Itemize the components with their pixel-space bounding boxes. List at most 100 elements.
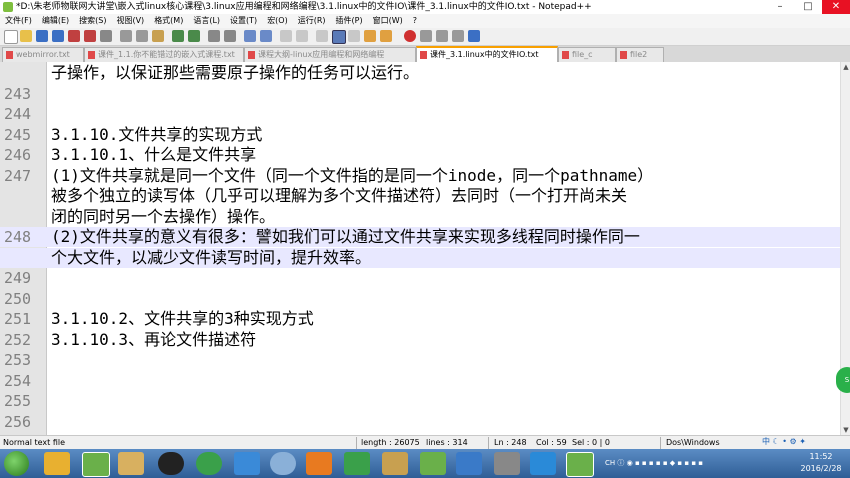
close-all-icon[interactable]: [84, 30, 96, 42]
save-macro-icon[interactable]: [468, 30, 480, 42]
stop-macro-icon[interactable]: [420, 30, 432, 42]
cut-icon[interactable]: [120, 30, 132, 42]
editor-line[interactable]: 个大文件，以减少文件读写时间，提升效率。: [0, 247, 840, 268]
editor-line[interactable]: 闭的同时另一个去操作）操作。: [0, 207, 840, 227]
taskbar-browser-icon[interactable]: [270, 452, 296, 475]
show-all-chars-icon[interactable]: [332, 30, 346, 44]
menu-plugins[interactable]: 插件(P): [331, 14, 368, 28]
taskbar-c-icon[interactable]: [566, 452, 594, 477]
menu-search[interactable]: 搜索(S): [74, 14, 111, 28]
taskbar-tool-icon[interactable]: [494, 452, 520, 475]
copy-icon[interactable]: [136, 30, 148, 42]
maximize-button[interactable]: □: [794, 0, 822, 14]
paste-icon[interactable]: [152, 30, 164, 42]
editor-line[interactable]: 243: [0, 84, 840, 104]
start-button[interactable]: [4, 451, 29, 476]
floating-side-button[interactable]: S: [836, 367, 850, 393]
editor-line[interactable]: 244: [0, 104, 840, 124]
taskbar-notepadpp-icon[interactable]: [82, 452, 110, 477]
menu-view[interactable]: 视图(V): [111, 14, 149, 28]
ime-mode[interactable]: 中: [762, 437, 770, 446]
save-all-icon[interactable]: [52, 30, 64, 42]
taskbar-explorer-icon[interactable]: [118, 452, 144, 475]
editor-line[interactable]: 245 3.1.10.文件共享的实现方式: [0, 125, 840, 145]
menu-file[interactable]: 文件(F): [0, 14, 37, 28]
tab-file-c[interactable]: file_c: [558, 47, 616, 62]
editor-line[interactable]: 255: [0, 391, 840, 411]
editor-line[interactable]: 250: [0, 289, 840, 309]
open-file-icon[interactable]: [20, 30, 32, 42]
editor-line[interactable]: 子操作，以保证那些需要原子操作的任务可以运行。: [0, 63, 840, 83]
scroll-up-icon[interactable]: ▲: [842, 63, 850, 71]
tab-file2[interactable]: file2: [616, 47, 664, 62]
editor-line[interactable]: 253: [0, 350, 840, 370]
editor-line[interactable]: 246 3.1.10.1、什么是文件共享: [0, 145, 840, 165]
tab-course-intro[interactable]: 课件_1.1.你不能错过的嵌入式课程.txt: [84, 47, 244, 62]
zoom-in-icon[interactable]: [244, 30, 256, 42]
menu-edit[interactable]: 编辑(E): [37, 14, 74, 28]
undo-icon[interactable]: [172, 30, 184, 42]
scroll-down-icon[interactable]: ▼: [842, 426, 850, 434]
menu-macro[interactable]: 宏(O): [262, 14, 293, 28]
tab-webmirror[interactable]: webmirror.txt: [2, 47, 84, 62]
menu-format[interactable]: 格式(M): [149, 14, 188, 28]
editor-line[interactable]: 249: [0, 268, 840, 288]
save-icon[interactable]: [36, 30, 48, 42]
replace-icon[interactable]: [224, 30, 236, 42]
editor-line[interactable]: 252 3.1.10.3、再论文件描述符: [0, 330, 840, 350]
taskbar-s-icon[interactable]: [344, 452, 370, 475]
play-multiple-icon[interactable]: [452, 30, 464, 42]
text-editor[interactable]: 子操作，以保证那些需要原子操作的任务可以运行。 243 244 245 3.1.10.文…: [0, 62, 840, 435]
editor-line[interactable]: 256: [0, 412, 840, 432]
menu-settings[interactable]: 设置(T): [225, 14, 262, 28]
taskbar-cloud-icon[interactable]: [234, 452, 260, 475]
taskbar-360-icon[interactable]: [196, 452, 222, 475]
system-tray[interactable]: CH ⓘ ◉ ▪ ▪ ▪ ▪ ▪ ◆ ▪ ▪ ▪ ▪: [605, 449, 703, 478]
record-macro-icon[interactable]: [404, 30, 416, 42]
menu-language[interactable]: 语言(L): [188, 14, 225, 28]
doc-map-icon[interactable]: [380, 30, 392, 42]
line-text: 3.1.10.1、什么是文件共享: [51, 145, 257, 164]
status-col: Col : 59: [536, 438, 567, 447]
tab-course-outline[interactable]: 课程大纲-linux应用编程和网络编程: [244, 47, 416, 62]
close-button[interactable]: ✕: [822, 0, 850, 14]
status-eol: Dos\Windows: [666, 438, 720, 447]
taskbar-app-icon[interactable]: [44, 452, 70, 475]
file-icon: [6, 50, 13, 59]
ime-toolbar[interactable]: 中 ☾ • ⚙ ✦: [738, 436, 848, 448]
play-macro-icon[interactable]: [436, 30, 448, 42]
tab-bar: webmirror.txt 课件_1.1.你不能错过的嵌入式课程.txt 课程大…: [0, 46, 850, 63]
indent-guide-icon[interactable]: [348, 30, 360, 42]
editor-line[interactable]: 248 (2)文件共享的意义有很多：譬如我们可以通过文件共享来实现多线程同时操作同…: [0, 227, 840, 247]
taskbar-qq-icon[interactable]: [158, 452, 184, 475]
editor-line[interactable]: 251 3.1.10.2、文件共享的3种实现方式: [0, 309, 840, 329]
menu-run[interactable]: 运行(R): [293, 14, 331, 28]
sync-horizontal-icon[interactable]: [296, 30, 308, 42]
minimize-button[interactable]: –: [766, 0, 794, 14]
zoom-out-icon[interactable]: [260, 30, 272, 42]
taskbar: CH ⓘ ◉ ▪ ▪ ▪ ▪ ▪ ◆ ▪ ▪ ▪ ▪ 11:52 2016/2/…: [0, 449, 850, 478]
find-icon[interactable]: [208, 30, 220, 42]
redo-icon[interactable]: [188, 30, 200, 42]
close-file-icon[interactable]: [68, 30, 80, 42]
taskbar-g-icon[interactable]: [306, 452, 332, 475]
print-icon[interactable]: [100, 30, 112, 42]
line-number: 244: [4, 105, 32, 123]
taskbar-editor-icon[interactable]: [420, 452, 446, 475]
menu-help[interactable]: ?: [408, 14, 422, 28]
taskbar-w-icon[interactable]: [530, 452, 556, 475]
new-file-icon[interactable]: [4, 30, 18, 44]
line-text: 子操作，以保证那些需要原子操作的任务可以运行。: [51, 63, 420, 82]
taskbar-tools-icon[interactable]: [382, 452, 408, 475]
word-wrap-icon[interactable]: [316, 30, 328, 42]
editor-line[interactable]: 247 (1)文件共享就是同一个文件（同一个文件指的是同一个inode，同一个pa…: [0, 166, 840, 186]
udl-icon[interactable]: [364, 30, 376, 42]
taskbar-clock[interactable]: 11:52 2016/2/28: [795, 451, 847, 475]
tab-file-io[interactable]: 课件_3.1.linux中的文件IO.txt: [416, 46, 558, 63]
editor-line[interactable]: 254: [0, 371, 840, 391]
menu-window[interactable]: 窗口(W): [368, 14, 408, 28]
line-number: 255: [4, 392, 32, 410]
editor-line[interactable]: 被多个独立的读写体（几乎可以理解为多个文件描述符）去同时（一个打开尚未关: [0, 186, 840, 206]
sync-vertical-icon[interactable]: [280, 30, 292, 42]
taskbar-vm-icon[interactable]: [456, 452, 482, 475]
